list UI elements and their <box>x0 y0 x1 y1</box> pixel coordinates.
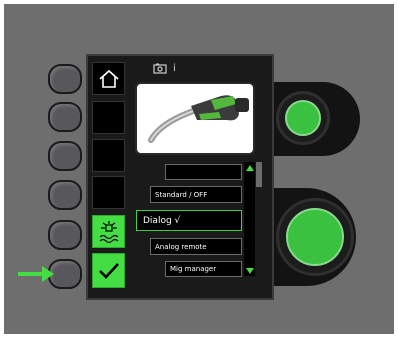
home-icon <box>98 69 119 88</box>
camera-icon <box>153 63 167 74</box>
side-hardware-button-3[interactable] <box>48 141 82 171</box>
menu-item-dialog[interactable]: Dialog √ <box>136 210 242 231</box>
tile-welding-mode[interactable] <box>92 215 125 248</box>
welding-torch-icon <box>148 95 249 143</box>
checkmark-icon <box>98 262 119 279</box>
top-knob[interactable] <box>276 91 330 145</box>
tile-confirm[interactable] <box>92 253 125 288</box>
tile-empty-3[interactable] <box>92 176 125 209</box>
top-knob-cap <box>285 100 321 136</box>
tile-empty-1[interactable] <box>92 101 125 134</box>
tile-home[interactable] <box>92 62 125 95</box>
tile-empty-2[interactable] <box>92 139 125 172</box>
torch-image <box>135 82 255 155</box>
side-hardware-button-5[interactable] <box>48 220 82 250</box>
weld-spark-icon <box>99 220 118 243</box>
menu-item-standard-off[interactable]: Standard / OFF <box>150 186 242 203</box>
menu-item-blank[interactable] <box>165 164 242 180</box>
side-hardware-button-1[interactable] <box>48 64 82 94</box>
scrollbar-thumb[interactable] <box>256 162 262 187</box>
menu-item-analog-remote[interactable]: Analog remote <box>150 238 242 255</box>
menu-item-mig-manager[interactable]: Mig manager <box>165 261 242 277</box>
side-hardware-button-4[interactable] <box>48 180 82 210</box>
scroll-up-icon[interactable] <box>245 164 255 172</box>
bottom-knob[interactable] <box>276 198 354 276</box>
info-icon[interactable]: i <box>173 63 176 74</box>
bottom-knob-cap <box>286 208 344 266</box>
green-arrow-icon <box>18 266 54 282</box>
screen-top-bar: i <box>153 63 176 74</box>
scroll-down-icon[interactable] <box>245 267 255 275</box>
side-hardware-button-2[interactable] <box>48 102 82 132</box>
menu-scrollbar[interactable] <box>244 162 255 276</box>
